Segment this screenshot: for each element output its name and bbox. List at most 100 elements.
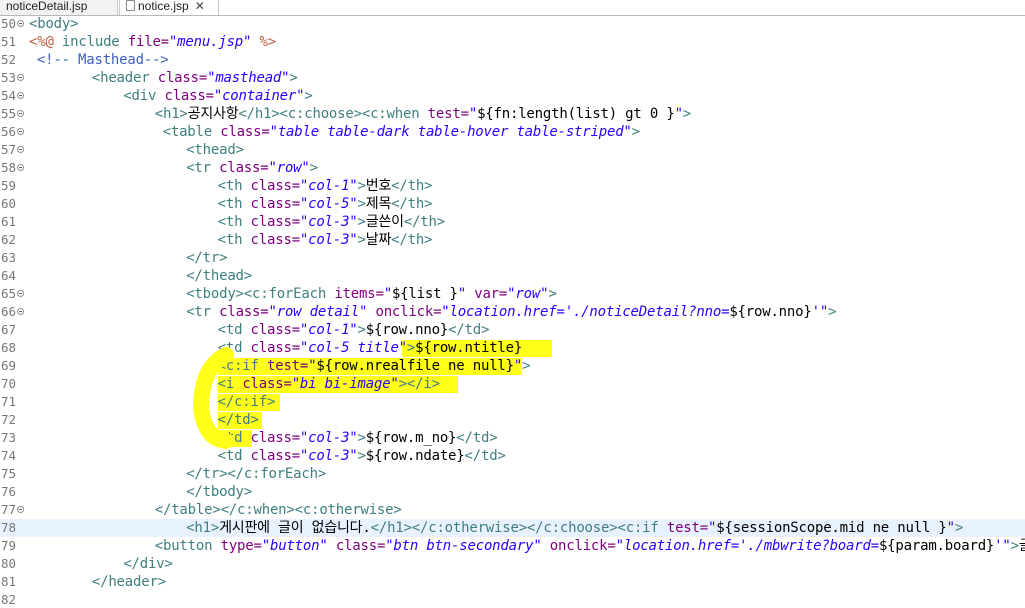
- code-token: items=: [334, 286, 384, 302]
- code-text: <button type="button" class="btn btn-sec…: [155, 537, 1025, 555]
- code-line-63[interactable]: 63 </tr>: [0, 249, 1025, 267]
- code-line-56[interactable]: 56 <table class="table table-dark table-h…: [0, 123, 1025, 141]
- code-token: class=: [250, 448, 301, 464]
- code-line-80[interactable]: 80 </div>: [0, 555, 1025, 573]
- code-line-69[interactable]: 69 <c:if test="${row.nrealfile ne null}">: [0, 357, 1025, 375]
- code-token: </th>: [403, 214, 445, 230]
- code-token: "col-3": [299, 214, 358, 230]
- code-line-52[interactable]: 52 <!-- Masthead-->: [0, 51, 1025, 69]
- code-line-57[interactable]: 57 <thead>: [0, 141, 1025, 159]
- code-line-74[interactable]: 74 <td class="col-3">${row.ndate}</td>: [0, 447, 1025, 465]
- line-number: 61: [0, 214, 16, 229]
- code-text: </tr>: [186, 249, 227, 267]
- line-number: 79: [0, 538, 16, 553]
- code-token: "col-5": [299, 196, 358, 212]
- code-line-82[interactable]: 82: [0, 591, 1025, 608]
- line-number: 59: [0, 178, 16, 193]
- code-text: </thead>: [186, 267, 252, 285]
- code-line-51[interactable]: 51 <%@ include file="menu.jsp" %>: [0, 33, 1025, 51]
- code-text: <td class="col-3">${row.ndate}</td>: [218, 447, 506, 465]
- code-token: var=: [466, 286, 508, 302]
- code-token: ": [383, 286, 392, 302]
- code-line-65[interactable]: 65 <tbody><c:forEach items="${list }" var…: [0, 285, 1025, 303]
- code-line-78[interactable]: 78 <h1>게시판에 글이 없습니다.</h1></c:otherwise></…: [0, 519, 1025, 537]
- fold-collapse-icon[interactable]: [17, 20, 24, 27]
- code-token: type=: [220, 538, 262, 554]
- code-line-54[interactable]: 54 <div class="container">: [0, 87, 1025, 105]
- code-line-64[interactable]: 64 </thead>: [0, 267, 1025, 285]
- code-token: </div>: [123, 556, 173, 572]
- tab-notice-jsp[interactable]: notice.jsp ✕: [119, 0, 219, 15]
- code-token: </td>: [456, 430, 498, 446]
- code-line-58[interactable]: 58 <tr class="row">: [0, 159, 1025, 177]
- code-line-67[interactable]: 67 <td class="col-1">${row.nno}</td>: [0, 321, 1025, 339]
- code-token: >: [289, 70, 298, 86]
- code-line-53[interactable]: 53 <header class="masthead">: [0, 69, 1025, 87]
- code-token: class=: [250, 214, 301, 230]
- code-token: class=: [327, 538, 386, 554]
- code-token: 날짜: [365, 232, 392, 248]
- code-line-60[interactable]: 60 <th class="col-5">제목</th>: [0, 195, 1025, 213]
- code-token: </tbody>: [186, 484, 253, 500]
- code-token: >: [954, 520, 964, 536]
- code-line-81[interactable]: 81 </header>: [0, 573, 1025, 591]
- code-line-68[interactable]: 68 <td class="col-5 title">${row.ntitle}: [0, 339, 1025, 357]
- code-line-62[interactable]: 62 <th class="col-3">날짜</th>: [0, 231, 1025, 249]
- fold-collapse-icon[interactable]: [17, 74, 24, 81]
- fold-collapse-icon[interactable]: [17, 128, 24, 135]
- code-token: <c:if: [217, 358, 267, 374]
- code-token: "col-1": [299, 178, 358, 194]
- code-line-71[interactable]: 71 </c:if>: [0, 393, 1025, 411]
- code-line-55[interactable]: 55 <h1>공지사항</h1><c:choose><c:when test="$…: [0, 105, 1025, 123]
- fold-collapse-icon[interactable]: [17, 164, 24, 171]
- code-token: ": [946, 520, 955, 536]
- code-text: <c:if test="${row.nrealfile ne null}">: [218, 357, 531, 375]
- code-line-66[interactable]: 66 <tr class="row detail" onclick="locati…: [0, 303, 1025, 321]
- code-token: 글쓴이: [365, 214, 404, 230]
- code-token: </c:if>: [217, 394, 276, 410]
- code-line-79[interactable]: 79 <button type="button" class="btn btn-s…: [0, 537, 1025, 555]
- fold-collapse-icon[interactable]: [17, 146, 24, 153]
- code-editor[interactable]: 50 <body> 51 <%@ include file="menu.jsp" %>…: [0, 15, 1025, 608]
- code-token: <tr: [186, 160, 220, 176]
- line-number: 57: [0, 142, 16, 157]
- line-number: 73: [0, 430, 16, 445]
- code-line-72[interactable]: 72 </td>: [0, 411, 1025, 429]
- code-token: >: [357, 232, 366, 248]
- fold-collapse-icon[interactable]: [17, 308, 24, 315]
- code-token: ${row.nrealfile ne null}: [316, 358, 514, 374]
- code-line-75[interactable]: 75 </tr></c:forEach>: [0, 465, 1025, 483]
- code-token: >: [631, 124, 640, 140]
- fold-collapse-icon[interactable]: [17, 290, 24, 297]
- code-line-77[interactable]: 77 </table></c:when><c:otherwise>: [0, 501, 1025, 519]
- code-token: 번호: [365, 178, 392, 194]
- tab-label: notice.jsp: [138, 0, 189, 13]
- line-number: 76: [0, 484, 16, 499]
- code-token: '": [811, 304, 829, 320]
- code-token: <th: [217, 178, 251, 194]
- code-text: <th class="col-5">제목</th>: [218, 195, 433, 213]
- line-number: 62: [0, 232, 16, 247]
- line-number: 80: [0, 556, 16, 571]
- code-line-73[interactable]: 73 <td class="col-3">${row.m_no}</td>: [0, 429, 1025, 447]
- code-text: <h1>게시판에 글이 없습니다.</h1></c:otherwise></c:…: [186, 519, 963, 537]
- code-line-76[interactable]: 76 </tbody>: [0, 483, 1025, 501]
- code-text: <h1>공지사항</h1><c:choose><c:when test="${f…: [155, 105, 691, 123]
- line-number: 74: [0, 448, 16, 463]
- fold-collapse-icon[interactable]: [17, 110, 24, 117]
- line-number: 60: [0, 196, 16, 211]
- code-text: <i class="bi bi-image"></i>: [218, 375, 440, 393]
- fold-collapse-icon[interactable]: [17, 506, 24, 513]
- code-line-59[interactable]: 59 <th class="col-1">번호</th>: [0, 177, 1025, 195]
- fold-collapse-icon[interactable]: [17, 92, 24, 99]
- close-icon[interactable]: ✕: [195, 0, 205, 13]
- tab-noticedetail-jsp[interactable]: noticeDetail.jsp: [0, 0, 118, 15]
- code-token: </th>: [391, 178, 433, 194]
- code-token: onclick=: [541, 538, 616, 554]
- code-line-70[interactable]: 70 <i class="bi bi-image"></i>: [0, 375, 1025, 393]
- code-token: 글쓰기: [1019, 538, 1025, 554]
- code-token: "col-1": [299, 322, 358, 338]
- code-line-50[interactable]: 50 <body>: [0, 15, 1025, 33]
- code-text: <tbody><c:forEach items="${list }" var="…: [186, 285, 557, 303]
- code-line-61[interactable]: 61 <th class="col-3">글쓴이</th>: [0, 213, 1025, 231]
